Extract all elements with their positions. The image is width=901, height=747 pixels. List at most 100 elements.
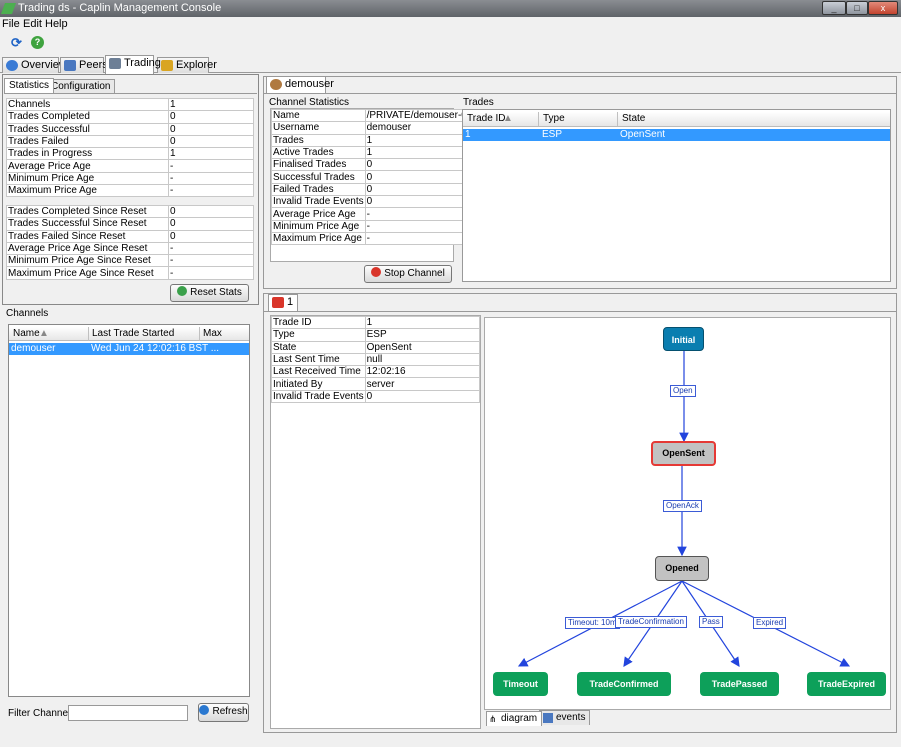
- edge-label-timeout: Timeout: 10m: [565, 617, 620, 629]
- table-row: Maximum Price Age Since Reset -: [6, 266, 254, 280]
- row-value: OpenSent: [364, 340, 481, 354]
- stop-channel-button[interactable]: Stop Channel: [364, 265, 452, 283]
- tab-events-label: events: [556, 712, 586, 723]
- edge-label-confirm: TradeConfirmation: [615, 616, 687, 628]
- row-label: Trade ID: [271, 315, 366, 330]
- menu-edit[interactable]: Edit: [23, 18, 42, 30]
- row-value: server: [364, 377, 481, 391]
- refresh-icon[interactable]: ⟳: [10, 36, 23, 49]
- row-label: Name: [271, 108, 366, 123]
- title-bar: Trading ds - Caplin Management Console _…: [0, 0, 901, 17]
- menu-file[interactable]: File: [2, 18, 20, 30]
- minimize-button[interactable]: _: [822, 1, 846, 15]
- stats-table-2: Trades Completed Since Reset 0 Trades Succ…: [6, 204, 254, 280]
- maximize-button[interactable]: □: [846, 1, 868, 15]
- menu-bar: File Edit Help: [0, 17, 901, 32]
- row-value: 0: [364, 389, 481, 404]
- trade-content: Trade ID 1 Type ESP State OpenSent Last Sent T…: [264, 311, 896, 732]
- row-value: -: [168, 184, 254, 198]
- row-label: Invalid Trade Events: [271, 389, 366, 404]
- row-value: -: [168, 266, 254, 280]
- row-label: Username: [271, 121, 366, 135]
- tab-statistics[interactable]: Statistics: [4, 78, 55, 93]
- row-label: Trades in Progress: [6, 147, 169, 161]
- col-state[interactable]: State: [622, 113, 645, 124]
- reset-stats-button[interactable]: Reset Stats: [170, 284, 249, 302]
- main-tabs: Overview Peers Trading Explorer: [0, 55, 901, 74]
- table-row: Failed Trades 0: [271, 182, 485, 197]
- row-label: State: [271, 340, 366, 354]
- node-initial[interactable]: Initial: [663, 327, 704, 351]
- col-last-trade[interactable]: Last Trade Started: [92, 328, 174, 339]
- row-value: 0: [168, 217, 254, 231]
- app-icon: [0, 3, 17, 14]
- channels-header: Name ▲ Last Trade Started Max: [9, 327, 249, 341]
- tab-events[interactable]: events: [539, 710, 591, 725]
- row-value: -: [168, 171, 254, 186]
- row-label: Average Price Age: [6, 159, 169, 173]
- table-row: Trades in Progress 1: [6, 147, 254, 161]
- node-trade-confirmed[interactable]: TradeConfirmed: [577, 672, 671, 696]
- help-icon[interactable]: ?: [31, 36, 44, 49]
- table-row: Name/PRIVATE/demouser-0/T...: [271, 108, 485, 123]
- trade-detail-table: Trade ID 1 Type ESP State OpenSent Last Sent T…: [271, 315, 481, 404]
- edge-label-openack: OpenAck: [663, 500, 702, 512]
- row-value: 1: [168, 97, 254, 112]
- col-max[interactable]: Max: [203, 328, 222, 339]
- refresh-button[interactable]: Refresh: [198, 703, 249, 722]
- node-trade-passed[interactable]: TradePassed: [700, 672, 779, 696]
- table-row[interactable]: demouser Wed Jun 24 12:02:16 BST ...: [9, 343, 249, 355]
- col-trade-id[interactable]: Trade ID: [467, 113, 506, 124]
- row-label: Trades Completed: [6, 110, 169, 124]
- tab-overview[interactable]: Overview: [2, 57, 67, 73]
- trades-table: Trade ID ▲ Type State 1 ESP OpenSent: [462, 109, 891, 282]
- table-row: Trades Failed Since Reset 0: [6, 229, 254, 243]
- table-row[interactable]: 1 ESP OpenSent: [463, 129, 890, 141]
- node-opened[interactable]: Opened: [655, 556, 709, 581]
- tab-explorer[interactable]: Explorer: [157, 57, 217, 73]
- table-row: Trades Successful Since Reset 0: [6, 217, 254, 231]
- close-button[interactable]: x: [868, 1, 898, 15]
- table-row: Active Trades 1: [271, 145, 485, 160]
- tab-configuration[interactable]: Configuration: [46, 79, 116, 94]
- row-value: 0: [168, 110, 254, 124]
- channel-last-trade: Wed Jun 24 12:02:16 BST ...: [91, 343, 220, 354]
- tab-peers[interactable]: Peers: [60, 57, 108, 73]
- table-row: Trades Successful 0: [6, 122, 254, 136]
- table-row: Channels 1: [6, 97, 254, 112]
- col-name[interactable]: Name: [13, 328, 40, 339]
- table-row: Minimum Price Age -: [6, 171, 254, 186]
- row-label: Minimum Price Age Since Reset: [6, 254, 169, 268]
- events-icon: [543, 713, 553, 723]
- channel-stats-table: Name/PRIVATE/demouser-0/T... Username demo…: [271, 108, 485, 246]
- row-label: Trades Completed Since Reset: [6, 204, 169, 219]
- node-opensent[interactable]: OpenSent: [651, 441, 716, 466]
- table-row: Trades Completed Since Reset 0: [6, 204, 254, 219]
- state-diagram: Initial OpenSent Opened Timeout TradeCon…: [484, 317, 891, 710]
- table-row: Last Received Time 12:02:16: [271, 365, 481, 379]
- user-content: Channel Statistics Name/PRIVATE/demouser…: [264, 93, 896, 288]
- node-trade-expired[interactable]: TradeExpired: [807, 672, 886, 696]
- row-label: Trades Failed: [6, 134, 169, 149]
- menu-help[interactable]: Help: [45, 18, 68, 30]
- tab-label: Explorer: [176, 59, 217, 71]
- tab-trading[interactable]: Trading: [105, 55, 161, 74]
- tab-trade-1[interactable]: 1: [268, 294, 298, 311]
- filter-channels-input[interactable]: [68, 705, 188, 721]
- sort-icon: ▲: [503, 113, 513, 124]
- row-value: -: [168, 241, 254, 256]
- tab-diagram-label: diagram: [501, 713, 538, 724]
- node-timeout[interactable]: Timeout: [493, 672, 548, 696]
- tab-diagram[interactable]: ⋔ diagram: [486, 711, 543, 726]
- col-type[interactable]: Type: [543, 113, 565, 124]
- row-label: Trades Failed Since Reset: [6, 229, 169, 243]
- row-value: 1: [168, 147, 254, 161]
- table-row: Average Price Age Since Reset -: [6, 241, 254, 256]
- diagram-edges: [517, 351, 851, 667]
- trade-detail-box: Trade ID 1 Type ESP State OpenSent Last Sent T…: [270, 315, 481, 729]
- tab-demouser[interactable]: demouser: [266, 76, 334, 93]
- row-label: Type: [271, 328, 366, 342]
- row-label: Active Trades: [271, 145, 366, 160]
- table-row: State OpenSent: [271, 340, 481, 354]
- tab-label: Trading: [124, 57, 161, 69]
